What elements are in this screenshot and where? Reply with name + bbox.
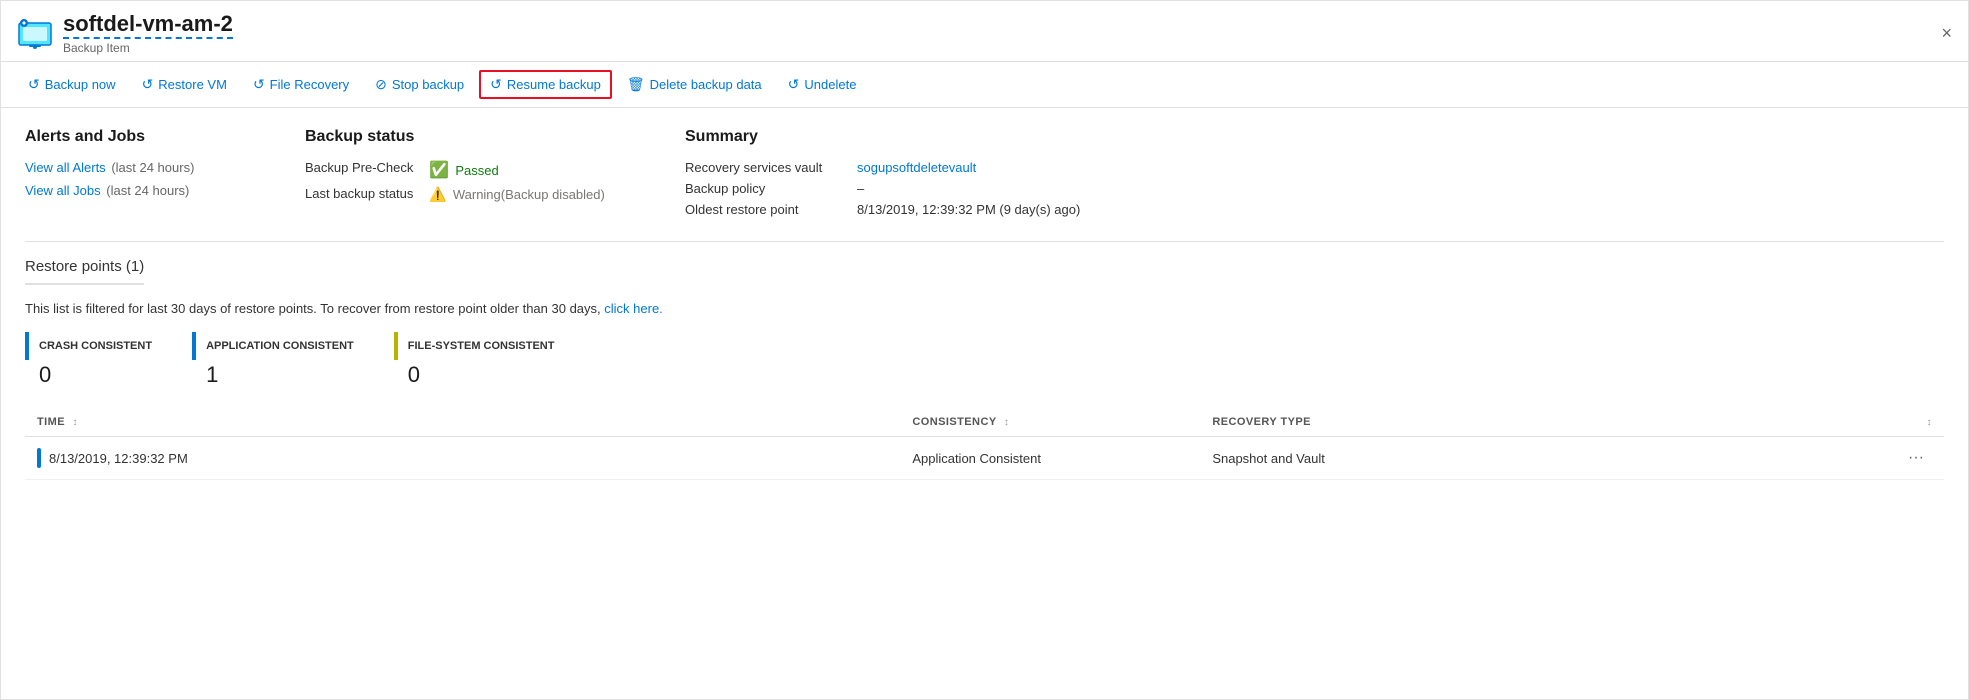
time-cell-inner: 8/13/2019, 12:39:32 PM [37,448,888,468]
pre-check-status: Passed [455,163,498,178]
actions-sort-icon: ↕ [1927,417,1932,428]
vault-label: Recovery services vault [685,160,845,175]
summary-title: Summary [685,128,1944,146]
row-more-button[interactable]: ··· [1900,447,1932,469]
view-alerts-link[interactable]: View all Alerts [25,160,106,175]
summary-table: Recovery services vault sogupsoftdeletev… [685,160,1944,217]
file-consistent-counter: FILE-SYSTEM CONSISTENT 0 [394,332,555,388]
table-header: TIME ↕ CONSISTENCY ↕ RECOVERY TYPE ↕ [25,408,1944,437]
restore-vm-icon: ↺ [142,76,154,93]
backup-now-icon: ↺ [28,76,40,93]
app-label: APPLICATION CONSISTENT [206,340,354,352]
cell-recovery-type: Snapshot and Vault [1200,437,1884,480]
page-container: softdel-vm-am-2 Backup Item × ↺ Backup n… [0,0,1969,700]
filter-notice: This list is filtered for last 30 days o… [25,301,1944,316]
alerts-title: Alerts and Jobs [25,128,305,146]
crash-consistent-counter: CRASH CONSISTENT 0 [25,332,152,388]
undelete-button[interactable]: ↺ Undelete [777,70,868,99]
file-recovery-button[interactable]: ↺ File Recovery [242,70,360,99]
restore-vm-button[interactable]: ↺ Restore VM [131,70,238,99]
last-backup-value: ⚠️ Warning(Backup disabled) [429,186,685,203]
col-time[interactable]: TIME ↕ [25,408,900,437]
file-label: FILE-SYSTEM CONSISTENT [408,340,555,352]
col-recovery-type: RECOVERY TYPE [1200,408,1884,437]
vault-link[interactable]: sogupsoftdeletevault [857,160,976,175]
view-alerts-paragraph: View all Alerts (last 24 hours) [25,160,305,175]
restore-points-title: Restore points (1) [25,258,144,285]
policy-label: Backup policy [685,181,845,196]
app-consistent-counter: APPLICATION CONSISTENT 1 [192,332,354,388]
last-backup-status: Warning(Backup disabled) [453,187,605,202]
view-alerts-sub: (last 24 hours) [111,160,194,175]
consistency-sort-icon: ↕ [1004,417,1009,428]
page-title: softdel-vm-am-2 [63,11,233,39]
filter-notice-text: This list is filtered for last 30 days o… [25,301,601,316]
col-actions: ↕ [1884,408,1944,437]
policy-value: – [857,181,1944,196]
toolbar: ↺ Backup now ↺ Restore VM ↺ File Recover… [1,62,1968,108]
backup-now-button[interactable]: ↺ Backup now [17,70,127,99]
crash-label: CRASH CONSISTENT [39,340,152,352]
info-grid: Alerts and Jobs View all Alerts (last 24… [25,128,1944,217]
cell-time: 8/13/2019, 12:39:32 PM [25,437,900,480]
last-backup-label: Last backup status [305,186,413,203]
app-value: 1 [206,362,354,388]
warning-icon: ⚠️ [429,186,446,203]
divider [25,241,1944,242]
page-subtitle: Backup Item [63,41,233,55]
crash-value: 0 [39,362,152,388]
consistency-counters: CRASH CONSISTENT 0 APPLICATION CONSISTEN… [25,332,1944,388]
backup-status-title: Backup status [305,128,685,146]
summary-section: Summary Recovery services vault sogupsof… [685,128,1944,217]
header-title-block: softdel-vm-am-2 Backup Item [63,11,233,55]
time-sort-icon: ↕ [73,417,78,428]
alerts-section: Alerts and Jobs View all Alerts (last 24… [25,128,305,217]
app-bar [192,332,196,360]
vault-value: sogupsoftdeletevault [857,160,1944,175]
cell-consistency: Application Consistent [900,437,1200,480]
view-jobs-link[interactable]: View all Jobs [25,183,101,198]
oldest-value: 8/13/2019, 12:39:32 PM (9 day(s) ago) [857,202,1944,217]
file-value: 0 [408,362,555,388]
close-button[interactable]: × [1941,23,1952,44]
restore-points-table: TIME ↕ CONSISTENCY ↕ RECOVERY TYPE ↕ [25,408,1944,480]
header: softdel-vm-am-2 Backup Item × [1,1,1968,62]
view-jobs-sub: (last 24 hours) [106,183,189,198]
time-indicator [37,448,41,468]
restore-points-section: Restore points (1) This list is filtered… [25,258,1944,480]
file-label-row: FILE-SYSTEM CONSISTENT [394,332,555,360]
crash-bar [25,332,29,360]
delete-backup-icon: 🗑 [627,76,645,93]
filter-notice-link[interactable]: click here. [604,301,663,316]
col-consistency[interactable]: CONSISTENCY ↕ [900,408,1200,437]
vm-icon [17,15,53,51]
section-title-block: Restore points (1) [25,258,1944,289]
undelete-icon: ↺ [788,76,800,93]
view-jobs-paragraph: View all Jobs (last 24 hours) [25,183,305,198]
backup-status-section: Backup status Backup Pre-Check ✅ Passed … [305,128,685,217]
backup-status-table: Backup Pre-Check ✅ Passed Last backup st… [305,160,685,203]
stop-backup-button[interactable]: ⊘ Stop backup [364,70,475,99]
file-bar [394,332,398,360]
main-content: Alerts and Jobs View all Alerts (last 24… [1,108,1968,500]
check-icon: ✅ [429,160,449,180]
table-row: 8/13/2019, 12:39:32 PM Application Consi… [25,437,1944,480]
app-label-row: APPLICATION CONSISTENT [192,332,354,360]
resume-backup-button[interactable]: ↺ Resume backup [479,70,612,99]
pre-check-label: Backup Pre-Check [305,160,413,180]
crash-label-row: CRASH CONSISTENT [25,332,152,360]
table-body: 8/13/2019, 12:39:32 PM Application Consi… [25,437,1944,480]
oldest-label: Oldest restore point [685,202,845,217]
pre-check-value: ✅ Passed [429,160,685,180]
resume-backup-icon: ↺ [490,76,502,93]
delete-backup-button[interactable]: 🗑 Delete backup data [616,70,773,99]
file-recovery-icon: ↺ [253,76,265,93]
cell-more: ··· [1884,437,1944,480]
stop-backup-icon: ⊘ [375,76,387,93]
